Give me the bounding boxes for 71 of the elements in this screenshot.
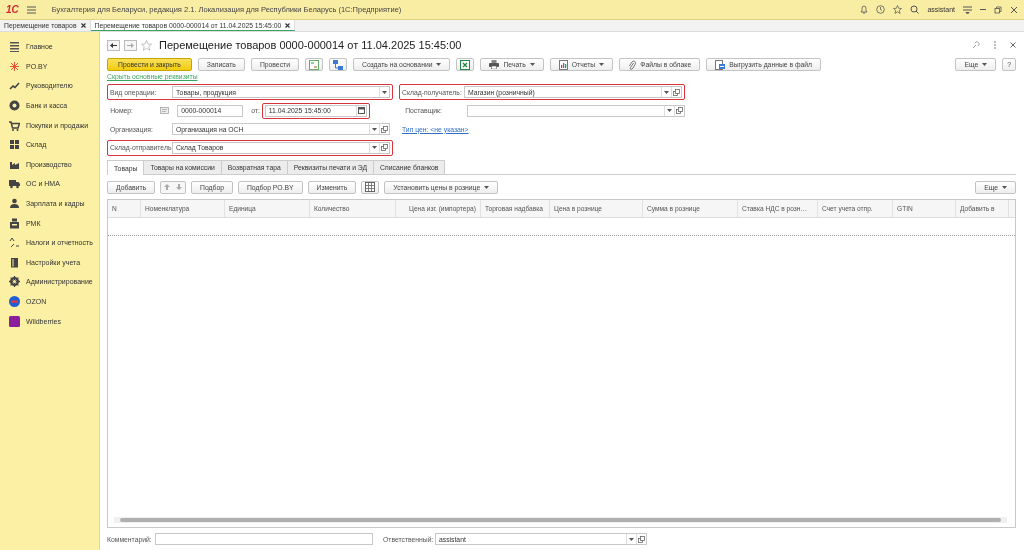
input-field[interactable]	[155, 533, 373, 545]
calendar-icon	[357, 107, 365, 115]
square-logo-icon	[9, 315, 20, 327]
link-icon	[972, 41, 980, 49]
caret-icon	[484, 185, 490, 189]
star-icon	[141, 39, 152, 51]
caret-icon	[667, 109, 673, 113]
table-icon	[365, 182, 376, 192]
caret-icon	[529, 63, 535, 66]
note-icon	[160, 107, 170, 115]
caret-icon	[382, 90, 387, 94]
app-logo: 1С	[6, 4, 19, 15]
bell-icon	[860, 5, 869, 14]
input-field[interactable]	[467, 104, 686, 117]
arrow-left-icon	[110, 42, 117, 48]
caret-icon	[599, 63, 605, 66]
caret-icon	[629, 537, 634, 541]
person-icon	[9, 198, 20, 210]
close-icon	[1010, 42, 1016, 48]
gear-icon	[9, 276, 20, 288]
tax-icon	[9, 237, 20, 249]
minimize-icon	[980, 9, 986, 10]
toolbar-button[interactable]	[328, 58, 347, 71]
caret-icon	[664, 90, 669, 94]
document-title: Перемещение товаров 0000-000014 от 11.04.2025 15:45:00	[159, 39, 462, 51]
printer-icon	[489, 60, 500, 69]
open-icon	[676, 107, 684, 115]
ozon-logo-icon	[9, 296, 20, 307]
move-buttons[interactable]	[160, 180, 187, 194]
back-button[interactable]	[107, 39, 120, 51]
open-icon	[381, 144, 388, 152]
toolbar-button[interactable]	[304, 58, 323, 71]
caret-icon	[372, 146, 377, 150]
restore-icon	[994, 5, 1002, 14]
caret-icon	[372, 127, 377, 131]
trend-icon	[9, 80, 20, 92]
paperclip-icon	[628, 59, 637, 70]
dt-kt-icon	[308, 59, 319, 70]
arrow-down-icon	[176, 184, 183, 190]
cash-register-icon	[9, 217, 20, 229]
star-icon	[893, 5, 903, 14]
close-icon	[80, 23, 86, 28]
truck-icon	[9, 178, 20, 190]
forward-button[interactable]	[124, 39, 137, 51]
arrow-up-icon	[164, 184, 171, 190]
menu-icon	[26, 5, 36, 14]
toolbar-button[interactable]	[456, 58, 475, 71]
history-icon	[876, 5, 886, 14]
asterisk-icon	[9, 60, 20, 72]
menu-icon	[963, 5, 972, 14]
open-icon	[638, 535, 645, 543]
scrollbar[interactable]	[114, 517, 1007, 523]
close-icon	[285, 22, 291, 28]
close-icon	[1010, 5, 1018, 14]
report-icon	[558, 59, 568, 70]
caret-icon	[436, 63, 442, 66]
grid-icon	[9, 139, 20, 151]
structure-icon	[332, 59, 343, 70]
open-icon	[381, 125, 388, 133]
caret-icon	[1002, 185, 1007, 189]
cart-icon	[9, 119, 20, 131]
caret-icon	[982, 63, 988, 66]
search-icon	[910, 5, 920, 14]
coin-icon	[9, 100, 20, 112]
menu-lines-icon	[9, 41, 20, 53]
toolbar-button[interactable]	[361, 180, 380, 194]
spreadsheet-icon	[460, 59, 471, 70]
book-icon	[9, 256, 20, 268]
export-icon	[715, 59, 726, 70]
open-icon	[673, 88, 680, 96]
arrow-right-icon	[127, 42, 134, 48]
